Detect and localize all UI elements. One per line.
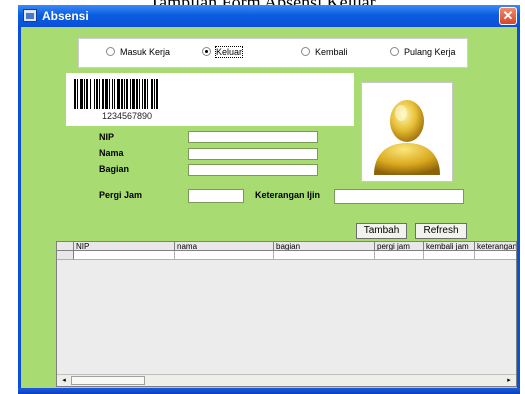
attendance-table[interactable]: NIP nama bagian pergi jam kembali jam ke… (56, 241, 517, 387)
barcode-bar (96, 79, 98, 109)
barcode-bar (144, 79, 146, 109)
barcode-bar (90, 79, 91, 109)
radio-dot (390, 47, 399, 56)
col-header-nama[interactable]: nama (175, 242, 274, 251)
barcode-bar (102, 79, 104, 109)
horizontal-scrollbar[interactable]: ◂ ▸ (57, 374, 516, 386)
barcode-bar (151, 79, 153, 109)
absensi-window: Absensi ✕ Masuk Kerja Keluar Kembali Pul… (18, 5, 520, 394)
keterangan-ijin-input[interactable] (334, 189, 464, 204)
col-header-nip[interactable]: NIP (74, 242, 175, 251)
table-cell[interactable] (74, 251, 175, 260)
tambah-button[interactable]: Tambah (356, 223, 407, 239)
scroll-thumb[interactable] (71, 376, 145, 385)
barcode-bar (142, 79, 143, 109)
barcode-bar (112, 79, 113, 109)
barcode-number: 1234567890 (102, 111, 153, 121)
bagian-label: Bagian (99, 164, 130, 174)
table-cell[interactable] (475, 251, 516, 260)
nama-input[interactable] (188, 148, 318, 160)
table-cell[interactable] (375, 251, 424, 260)
radio-dot (106, 47, 115, 56)
barcode-bar (121, 79, 123, 109)
close-icon[interactable]: ✕ (499, 7, 517, 25)
radio-masuk-kerja[interactable]: Masuk Kerja (106, 47, 170, 57)
scroll-left-icon[interactable]: ◂ (58, 375, 70, 386)
barcode-bar (114, 79, 115, 109)
form-body: Masuk Kerja Keluar Kembali Pulang Kerja … (21, 27, 517, 391)
col-header-keterangan[interactable]: keterangan (475, 242, 516, 251)
col-header-kembali-jam[interactable]: kembali jam (424, 242, 475, 251)
barcode-panel: 1234567890 (66, 73, 354, 126)
barcode-bar (80, 79, 83, 109)
barcode-bar (109, 79, 110, 109)
barcode-bar (147, 79, 148, 109)
table-corner-cell (57, 242, 74, 251)
radio-label: Kembali (315, 47, 348, 57)
radio-pulang-kerja[interactable]: Pulang Kerja (390, 47, 456, 57)
bagian-input[interactable] (188, 164, 318, 176)
barcode-bar (126, 79, 128, 109)
barcode-bar (99, 79, 100, 109)
refresh-button[interactable]: Refresh (415, 223, 467, 239)
table-cell[interactable] (274, 251, 375, 260)
radio-label: Masuk Kerja (120, 47, 171, 57)
col-header-pergi-jam[interactable]: pergi jam (375, 242, 424, 251)
barcode-bar (132, 79, 135, 109)
nama-label: Nama (99, 148, 124, 158)
title-bar[interactable]: Absensi ✕ (18, 5, 520, 27)
barcode-bar (130, 79, 131, 109)
barcode-bar (84, 79, 85, 109)
barcode-image (74, 79, 158, 109)
table-cell[interactable] (424, 251, 475, 260)
app-icon (23, 9, 37, 22)
keterangan-ijin-label: Keterangan Ijin (255, 190, 321, 200)
pergi-jam-input[interactable] (188, 189, 244, 203)
radio-keluar[interactable]: Keluar (202, 46, 244, 58)
radio-dot (202, 47, 211, 56)
barcode-bar (124, 79, 125, 109)
user-avatar-icon (374, 100, 440, 175)
barcode-bar (77, 79, 78, 109)
barcode-bar (94, 79, 95, 109)
barcode-bar (139, 79, 140, 109)
nip-input[interactable] (188, 131, 318, 143)
radio-kembali[interactable]: Kembali (301, 47, 348, 57)
nip-label: NIP (99, 132, 115, 142)
radio-label: Keluar (214, 46, 244, 58)
barcode-bar (105, 79, 108, 109)
barcode-bar (136, 79, 138, 109)
barcode-bar (156, 79, 158, 109)
col-header-bagian[interactable]: bagian (274, 242, 375, 251)
table-cell[interactable] (175, 251, 274, 260)
barcode-bar (74, 79, 76, 109)
barcode-bar (117, 79, 120, 109)
radio-dot (301, 47, 310, 56)
window-bottom-border (18, 388, 520, 394)
employee-photo (361, 82, 453, 182)
scroll-right-icon[interactable]: ▸ (503, 375, 515, 386)
radio-label: Pulang Kerja (404, 47, 456, 57)
window-title: Absensi (42, 9, 89, 23)
mode-radio-group: Masuk Kerja Keluar Kembali Pulang Kerja (78, 38, 468, 68)
barcode-bar (154, 79, 155, 109)
row-selector-cell[interactable] (57, 251, 74, 260)
barcode-bar (86, 79, 88, 109)
pergi-jam-label: Pergi Jam (99, 190, 143, 200)
